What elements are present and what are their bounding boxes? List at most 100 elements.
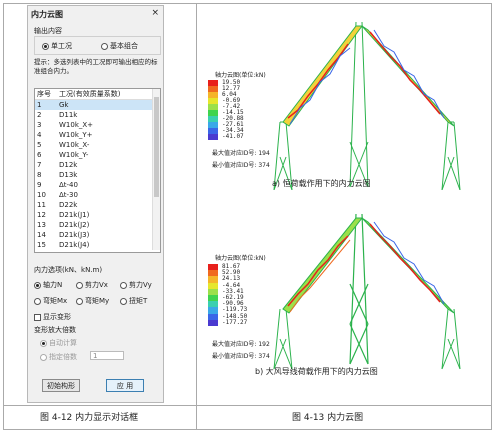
radio-moment-mx[interactable]: 弯矩Mx [34,296,67,306]
list-item-index: 4 [37,131,42,139]
tower-model-b [273,214,461,370]
max-id-b: 最大值对应ID号: 192 [212,341,270,348]
legend-title-b: 轴力云图(单位:kN) [215,255,266,262]
list-header: 序号 工况(有效质量系数) [35,89,152,100]
close-icon[interactable]: × [151,8,159,18]
list-item-case: D13k [59,171,78,179]
radio-moment-my[interactable]: 弯矩My [76,296,109,306]
center-tower-b [349,214,369,365]
radio-shear-vx[interactable]: 剪力Vx [76,280,108,290]
force-options-label: 内力选项(kN、kN.m) [34,266,103,274]
list-item-case: W10k_X+ [59,121,94,129]
list-item-index: 15 [37,241,46,249]
radio-selected-icon [34,281,41,289]
list-item[interactable]: 9 Δt-40 [35,180,152,190]
list-item-index: 7 [37,161,42,169]
list-item-index: 10 [37,191,46,199]
list-item-index: 14 [37,231,46,239]
legend-value: -177.27 [222,318,248,326]
max-id-a: 最大值对应ID号: 194 [212,150,270,157]
vertical-divider [196,3,197,429]
legend-title-a: 轴力云图(单位:kN) [215,72,266,79]
col-header-case: 工况(有效质量系数) [59,90,121,98]
radio-icon [76,281,83,289]
list-item[interactable]: 1 Gk [35,100,152,110]
list-item[interactable]: 10 Δt-30 [35,190,152,200]
dialog-title: 内力云图 [31,10,63,19]
list-item-case: D22k [59,201,78,209]
radio-icon [40,353,47,361]
scale-input[interactable]: 1 [90,351,124,360]
list-item-case: W10k_Y+ [59,131,93,139]
list-item-index: 8 [37,171,42,179]
right-tower-b [441,308,461,370]
list-item[interactable]: 8 D13k [35,170,152,180]
list-item[interactable]: 4 W10k_Y+ [35,130,152,140]
horizontal-divider [3,405,491,406]
list-item-index: 13 [37,221,46,229]
list-item[interactable]: 2 D11k [35,110,152,120]
list-item-index: 5 [37,141,42,149]
radio-icon [34,297,41,305]
list-item[interactable]: 7 D12k [35,160,152,170]
list-item[interactable]: 5 W10k_X- [35,140,152,150]
center-tower-a [349,22,369,188]
list-item[interactable]: 3 W10k_X+ [35,120,152,130]
left-tower-b [273,308,293,370]
truss-beams-a [282,25,455,127]
caption-right: 图 4-13 内力云图 [292,413,364,423]
apply-button[interactable]: 应 用 [106,379,144,392]
radio-selected-icon [40,339,47,347]
legend-swatch [208,134,218,140]
initial-shape-button[interactable]: 初始构形 [42,379,80,392]
radio-auto-calc[interactable]: 自动计算 [40,338,77,348]
color-legend-b: 81.67 52.90 24.13 -4.64 -33.41 -62.19 -90.96 -1… [208,263,247,326]
list-item[interactable]: 6 W10k_Y- [35,150,152,160]
list-item-index: 2 [37,111,42,119]
list-item-index: 6 [37,151,42,159]
list-item-case: Δt-30 [59,191,78,199]
list-item-case: D21k(J1) [59,211,90,219]
list-item[interactable]: 15 D21k(J4) [35,240,152,250]
col-header-index: 序号 [37,90,51,98]
radio-torsion-t[interactable]: 扭矩T [120,296,147,306]
scroll-thumb[interactable] [154,97,159,197]
list-item-index: 12 [37,211,46,219]
min-id-b: 最小值对应ID号: 374 [212,353,270,360]
list-item-case: D12k [59,161,78,169]
legend-value: -41.07 [222,133,244,140]
list-item-index: 1 [37,101,42,109]
list-item[interactable]: 11 D22k [35,200,152,210]
list-item-case: Δt-40 [59,181,78,189]
radio-icon [120,281,127,289]
radio-axial-n[interactable]: 轴力N [34,280,62,290]
output-content-label: 输出内容 [34,27,62,35]
radio-basic-combination[interactable]: 基本组合 [101,41,138,51]
deform-scale-label: 变形放大倍数 [34,326,76,334]
hint-text: 提示：多选列表中的工况即可输出相应的标准组合内力。 [34,58,158,75]
checkbox-icon [34,313,41,321]
list-item-case: D21k(J3) [59,231,90,239]
list-item-index: 11 [37,201,46,209]
list-scrollbar[interactable] [152,89,160,250]
load-case-list[interactable]: 序号 工况(有效质量系数) 1 Gk 2 D11k 3 W10k_X+ 4 W10k_Y+ 5 W… [34,88,161,253]
radio-icon [76,297,83,305]
list-item[interactable]: 13 D21k(J2) [35,220,152,230]
show-deform-checkbox[interactable]: 显示变形 [34,312,71,322]
list-item-case: W10k_Y- [59,151,89,159]
subcaption-a: a) 恒荷载作用下的内力云图 [272,179,371,188]
radio-icon [101,42,108,50]
color-legend-a: 19.50 12.77 6.04 -0.69 -7.42 -14.15 -20.88 -27.… [208,79,244,140]
list-item-index: 3 [37,121,42,129]
list-item-case: W10k_X- [59,141,90,149]
radio-shear-vy[interactable]: 剪力Vy [120,280,152,290]
radio-specify-scale[interactable]: 指定倍数 [40,352,77,362]
radio-selected-icon [42,42,49,50]
right-tower-a [441,121,461,190]
list-item[interactable]: 12 D21k(J1) [35,210,152,220]
tower-model-a [273,22,461,190]
list-item[interactable]: 14 D21k(J3) [35,230,152,240]
list-item-case: D11k [59,111,78,119]
internal-force-dialog: 内力云图 × 输出内容 单工况 基本组合 提示：多选列表中的工况即可输出相应的标… [27,5,164,403]
radio-single-case[interactable]: 单工况 [42,41,72,51]
